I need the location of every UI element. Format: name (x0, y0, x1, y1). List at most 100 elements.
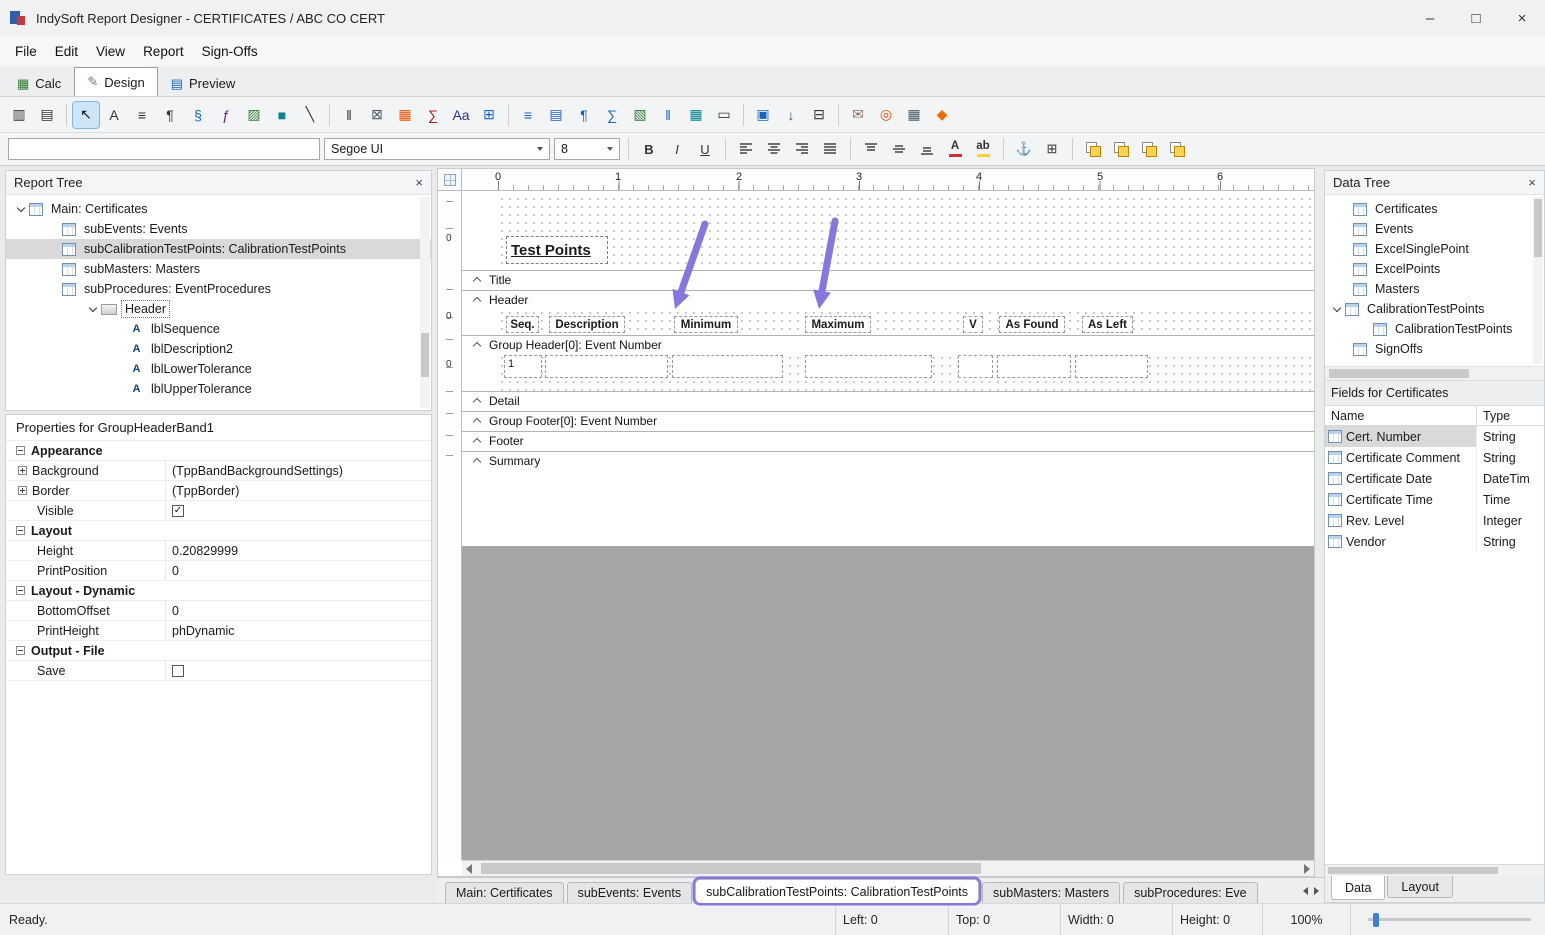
valign-bottom-button[interactable] (915, 137, 939, 161)
tree-item-subevents[interactable]: subEvents: Events (6, 219, 431, 239)
page-tab-subcalibrationtestpoints[interactable]: subCalibrationTestPoints: CalibrationTes… (695, 879, 979, 903)
property-row-bottomoffset[interactable]: BottomOffset0 (6, 601, 431, 621)
property-row-printposition[interactable]: PrintPosition0 (6, 561, 431, 581)
data-tree-item-excelpoints[interactable]: ExcelPoints (1325, 259, 1544, 279)
scroll-left-icon[interactable] (466, 864, 472, 874)
column-header-name[interactable]: Name (1325, 406, 1477, 425)
canvas-horizontal-scrollbar[interactable] (462, 860, 1314, 876)
tree-item-lbllowertolerance[interactable]: lblLowerTolerance (6, 359, 431, 379)
tab-calc[interactable]: ▦ Calc (4, 70, 74, 96)
barcode-tool-icon[interactable]: ‖ (336, 102, 362, 128)
property-group-layout[interactable]: Layout (6, 521, 431, 541)
property-value[interactable]: phDynamic (166, 621, 431, 640)
data-tree-panel-icon[interactable]: ▤ (34, 102, 60, 128)
column-header-maximum[interactable]: Maximum (805, 316, 871, 333)
dock-tab-layout[interactable]: Layout (1387, 876, 1453, 898)
select-tool-icon[interactable]: ↖ (73, 102, 99, 128)
visible-checkbox[interactable]: ✓ (172, 505, 184, 517)
field-row-certificate-comment[interactable]: Certificate CommentString (1325, 447, 1544, 468)
property-row-background[interactable]: Background(TppBandBackgroundSettings) (6, 461, 431, 481)
fields-horizontal-scrollbar[interactable] (1325, 864, 1544, 876)
scroll-left-icon[interactable] (1303, 887, 1308, 895)
valign-middle-button[interactable] (887, 137, 911, 161)
shape-tool-icon[interactable]: ■ (269, 102, 295, 128)
column-header-as-found[interactable]: As Found (999, 316, 1065, 333)
property-group-appearance[interactable]: Appearance (6, 441, 431, 461)
scrollbar-thumb[interactable] (481, 863, 981, 874)
field-placeholder[interactable] (997, 355, 1071, 378)
dbtext-tool-icon[interactable]: ≡ (515, 102, 541, 128)
column-header-v[interactable]: V (963, 316, 983, 333)
page-tab-subprocedures[interactable]: subProcedures: Eve (1123, 882, 1258, 903)
tab-design[interactable]: ✎ Design (74, 67, 157, 96)
subreport-tool-icon[interactable]: ▣ (750, 102, 776, 128)
field-row-certificate-time[interactable]: Certificate TimeTime (1325, 489, 1544, 510)
format-edit-input[interactable] (8, 138, 320, 160)
chevron-up-icon[interactable] (473, 277, 481, 285)
band-title[interactable]: Title (462, 270, 1314, 288)
dbchart-tool-icon[interactable]: ▦ (683, 102, 709, 128)
column-header-description[interactable]: Description (549, 316, 625, 333)
tree-item-subprocedures[interactable]: subProcedures: EventProcedures (6, 279, 431, 299)
close-button[interactable]: × (1499, 0, 1545, 36)
data-tree-item-certificates[interactable]: Certificates (1325, 199, 1544, 219)
close-icon[interactable]: × (1528, 175, 1536, 190)
band-header[interactable]: Header (462, 290, 1314, 308)
menu-edit[interactable]: Edit (46, 44, 87, 59)
bold-button[interactable]: B (637, 137, 661, 161)
send-backward-button[interactable] (1165, 137, 1189, 161)
tree-item-lbluppertolerance[interactable]: lblUpperTolerance (6, 379, 431, 399)
italic-button[interactable]: I (665, 137, 689, 161)
data-tree-scrollbar[interactable] (1533, 197, 1543, 364)
menu-view[interactable]: View (87, 44, 134, 59)
dbbarcode-tool-icon[interactable]: ‖ (655, 102, 681, 128)
property-row-border[interactable]: Border(TppBorder) (6, 481, 431, 501)
report-tree-panel-icon[interactable]: ▥ (6, 102, 32, 128)
chevron-up-icon[interactable] (473, 418, 481, 426)
field-placeholder[interactable] (805, 355, 932, 378)
chevron-up-icon[interactable] (473, 438, 481, 446)
variable-tool-icon[interactable]: ƒ (213, 102, 239, 128)
search-tool-icon[interactable]: ◎ (873, 102, 899, 128)
page-tab-submasters[interactable]: subMasters: Masters (982, 882, 1120, 903)
underline-button[interactable]: U (693, 137, 717, 161)
calc-tool-icon[interactable]: ∑ (420, 102, 446, 128)
field-row-certificate-date[interactable]: Certificate DateDateTim (1325, 468, 1544, 489)
field-placeholder[interactable] (672, 355, 783, 378)
data-tree-item-signoffs[interactable]: SignOffs (1325, 339, 1544, 359)
data-tree-item-calibrationtestpoints-child[interactable]: CalibrationTestPoints (1325, 319, 1544, 339)
highlight-button[interactable]: ab (971, 137, 995, 161)
system-variable-tool-icon[interactable]: § (185, 102, 211, 128)
align-justify-button[interactable] (818, 137, 842, 161)
field-placeholder[interactable] (1075, 355, 1148, 378)
ruler-corner[interactable] (438, 169, 462, 191)
tab-preview[interactable]: ▤ Preview (158, 70, 249, 96)
checkbox-tool-icon[interactable]: ⊠ (364, 102, 390, 128)
field-placeholder[interactable] (545, 355, 668, 378)
property-group-layout-dynamic[interactable]: Layout - Dynamic (6, 581, 431, 601)
expand-icon[interactable] (18, 486, 27, 495)
font-family-select[interactable]: Segoe UI (324, 138, 550, 160)
collapse-icon[interactable] (16, 526, 25, 535)
menu-report[interactable]: Report (134, 44, 193, 59)
data-tree-horizontal-scrollbar[interactable] (1325, 367, 1544, 381)
property-row-height[interactable]: Height0.20829999 (6, 541, 431, 561)
align-center-button[interactable] (762, 137, 786, 161)
chevron-up-icon[interactable] (473, 342, 481, 350)
data-tree-item-masters[interactable]: Masters (1325, 279, 1544, 299)
property-value[interactable]: 0.20829999 (166, 541, 431, 560)
region-tool-icon[interactable]: ▭ (711, 102, 737, 128)
pagebreak-tool-icon[interactable]: ↓ (778, 102, 804, 128)
scrollbar-thumb[interactable] (1329, 369, 1469, 378)
richtext-tool-icon[interactable]: ¶ (157, 102, 183, 128)
data-tree-item-events[interactable]: Events (1325, 219, 1544, 239)
column-header-minimum[interactable]: Minimum (674, 316, 738, 333)
dbimage-tool-icon[interactable]: ▧ (627, 102, 653, 128)
align-right-button[interactable] (790, 137, 814, 161)
anchor-button[interactable]: ⚓ (1012, 137, 1036, 161)
page-tab-subevents[interactable]: subEvents: Events (567, 882, 693, 903)
chevron-up-icon[interactable] (473, 458, 481, 466)
column-header-as-left[interactable]: As Left (1082, 316, 1133, 333)
chart-tool-icon[interactable]: ▦ (392, 102, 418, 128)
data-tree-item-excelsinglepoint[interactable]: ExcelSinglePoint (1325, 239, 1544, 259)
